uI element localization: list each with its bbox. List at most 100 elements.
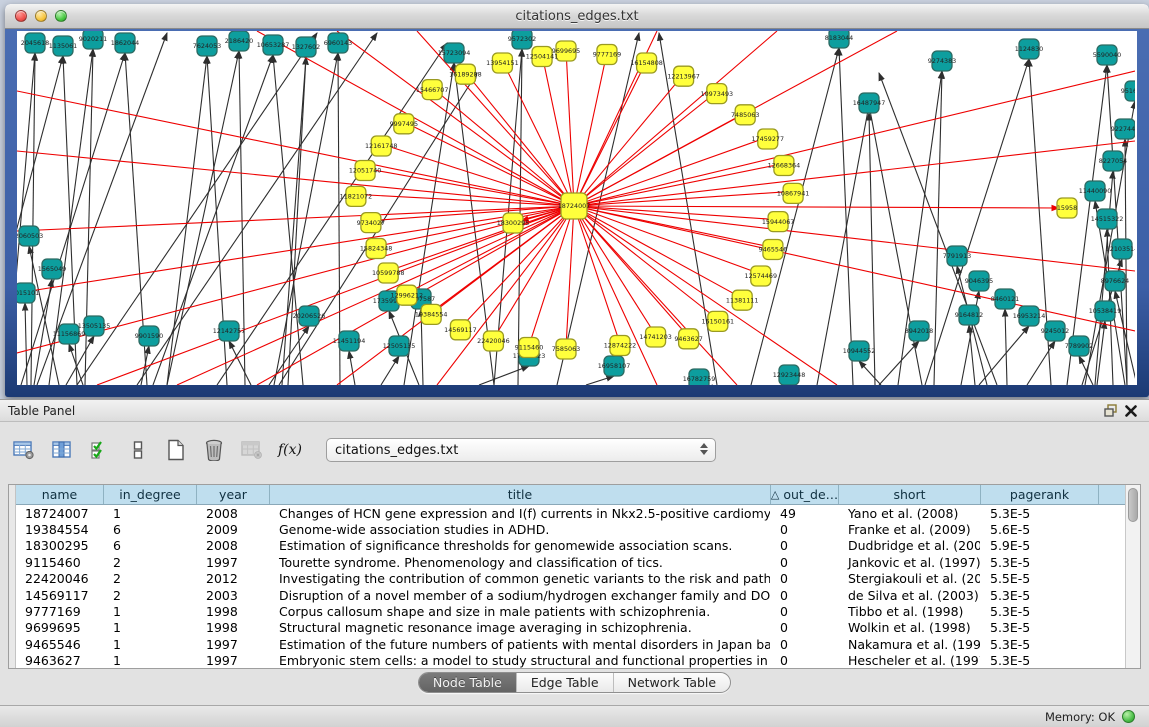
- network-window: citations_edges.txt 20456181135061902021…: [5, 4, 1149, 397]
- graph-edge: [586, 376, 614, 385]
- graph-node-label: 16782759: [683, 375, 716, 383]
- graph-edge: [574, 206, 737, 385]
- row-height-icon[interactable]: [126, 439, 150, 461]
- create-table-icon[interactable]: [164, 439, 188, 461]
- graph-node-label: 9274383: [928, 57, 956, 65]
- memory-status-label: Memory: OK: [1045, 710, 1115, 724]
- graph-node-label: 9115460: [515, 344, 543, 352]
- tab-network-table[interactable]: Network Table: [614, 673, 731, 692]
- column-header-pagerank[interactable]: pagerank: [981, 485, 1099, 504]
- graph-node-label: 1862044: [111, 39, 139, 47]
- graph-edge: [17, 91, 574, 206]
- table-cell: 6: [104, 538, 197, 553]
- column-header-short[interactable]: short: [839, 485, 981, 504]
- graph-node-label: 12161748: [365, 142, 398, 150]
- table-cell: 2: [104, 555, 197, 570]
- table-cell: 2009: [197, 522, 270, 537]
- graph-node-label: 9463627: [674, 335, 702, 343]
- table-row[interactable]: 1456911722003Disruption of a novel membe…: [16, 587, 1125, 603]
- graph-edge: [574, 206, 1135, 331]
- table-row[interactable]: 969969511998Structural magnetic resonanc…: [16, 620, 1125, 636]
- table-tabs: Node TableEdge TableNetwork Table: [418, 672, 731, 693]
- graph-node-label: 12668364: [768, 162, 801, 170]
- tab-node-table[interactable]: Node Table: [419, 673, 517, 692]
- graph-node-label: 17459277: [752, 135, 785, 143]
- table-cell: 5.9E-5: [981, 538, 1099, 553]
- column-header-in_degree[interactable]: in_degree: [104, 485, 197, 504]
- network-frame: 2045618113506190202111862044762405321864…: [5, 29, 1149, 397]
- table-row[interactable]: 1938455462009Genome-wide association stu…: [16, 521, 1125, 537]
- column-header-out_de[interactable]: △out_de…: [771, 485, 839, 504]
- table-cell: 9699695: [16, 620, 104, 635]
- table-cell: Franke et al. (2009): [839, 522, 981, 537]
- table-vertical-scrollbar[interactable]: [1125, 485, 1140, 668]
- table-cell: 9115460: [16, 555, 104, 570]
- graph-node-label: 16953214: [1013, 312, 1046, 320]
- graph-node-label: 1124830: [1015, 45, 1043, 53]
- column-header-year[interactable]: year: [197, 485, 270, 504]
- table-row[interactable]: 911546021997Tourette syndrome. Phenomeno…: [16, 554, 1125, 570]
- column-header-title[interactable]: title: [270, 485, 771, 504]
- function-builder-icon[interactable]: f(x): [278, 439, 302, 461]
- window-titlebar[interactable]: citations_edges.txt: [5, 4, 1149, 29]
- graph-edge: [574, 141, 1135, 206]
- table-panel-header: Table Panel: [0, 400, 1149, 422]
- table-cell: Corpus callosum shape and size in male p…: [270, 604, 771, 619]
- table-cell: 49: [771, 506, 839, 521]
- import-table-disabled-icon: [240, 439, 264, 461]
- select-rows-icon[interactable]: [88, 439, 112, 461]
- column-header-name[interactable]: name: [16, 485, 104, 504]
- table-row[interactable]: 2242004622012Investigating the contribut…: [16, 571, 1125, 587]
- graph-node-label: 12996212: [391, 291, 424, 299]
- show-columns-icon[interactable]: [50, 439, 74, 461]
- graph-edge: [566, 49, 574, 206]
- table-header-row[interactable]: namein_degreeyeartitle△out_de…shortpager…: [16, 485, 1125, 505]
- delete-table-icon[interactable]: [202, 439, 226, 461]
- table-row[interactable]: 946362711997Embryonic stem cells: a mode…: [16, 653, 1125, 668]
- table-cell: 0: [771, 522, 839, 537]
- graph-node-label: 9164812: [955, 311, 983, 319]
- float-panel-icon[interactable]: [1101, 403, 1121, 419]
- graph-edge: [574, 206, 742, 298]
- network-graph[interactable]: 2045618113506190202111862044762405321864…: [17, 31, 1135, 385]
- table-settings-icon[interactable]: [12, 439, 36, 461]
- graph-node-label: 10653287: [257, 41, 290, 49]
- table-cell: 14569117: [16, 588, 104, 603]
- graph-node-label: 2186420: [225, 37, 253, 45]
- network-canvas[interactable]: 2045618113506190202111862044762405321864…: [17, 31, 1137, 385]
- graph-edge: [1125, 139, 1127, 385]
- graph-node-label: 7789902: [1065, 342, 1093, 350]
- graph-node-label: 8183044: [825, 34, 853, 42]
- graph-edge: [879, 73, 997, 385]
- graph-node-label: 9777169: [593, 51, 621, 59]
- table-row[interactable]: 977716911998Corpus callosum shape and si…: [16, 603, 1125, 619]
- table-row[interactable]: 946554611997Estimation of the future num…: [16, 636, 1125, 652]
- graph-node-label: 10599788: [372, 269, 405, 277]
- graph-node-label: 6960143: [324, 39, 352, 47]
- table-row[interactable]: 1830029562008Estimation of significance …: [16, 538, 1125, 554]
- graph-edge: [31, 53, 35, 385]
- tab-edge-table[interactable]: Edge Table: [517, 673, 614, 692]
- table-cell: Investigating the contribution of common…: [270, 571, 771, 586]
- table-cell: 2008: [197, 538, 270, 553]
- graph-node-label: 5590040: [1093, 51, 1121, 59]
- graph-node-label: 9015101: [17, 289, 39, 297]
- graph-edge: [574, 113, 745, 206]
- table-cell: Wolkin et al. (1998): [839, 620, 981, 635]
- table-cell: Genome-wide association studies in ADHD.: [270, 522, 771, 537]
- sort-ascending-icon: △: [771, 488, 779, 501]
- table-toolbar: f(x) citations_edges.txt: [0, 430, 1149, 470]
- scrollbar-thumb[interactable]: [1128, 488, 1138, 522]
- graph-edge: [167, 56, 207, 385]
- table-cell: 1997: [197, 555, 270, 570]
- table-select-dropdown[interactable]: citations_edges.txt: [326, 438, 716, 462]
- graph-node-label: 12505135: [383, 342, 416, 350]
- graph-node-label: 18300295: [497, 219, 530, 227]
- graph-edge: [574, 206, 689, 337]
- graph-node-label: 7585063: [552, 345, 580, 353]
- graph-node-label: 12574469: [745, 272, 778, 280]
- graph-node-label: 13954151: [486, 59, 519, 67]
- table-row[interactable]: 1872400712008Changes of HCN gene express…: [16, 505, 1125, 521]
- close-panel-icon[interactable]: [1121, 403, 1141, 419]
- graph-node-label: 9020211: [79, 35, 107, 43]
